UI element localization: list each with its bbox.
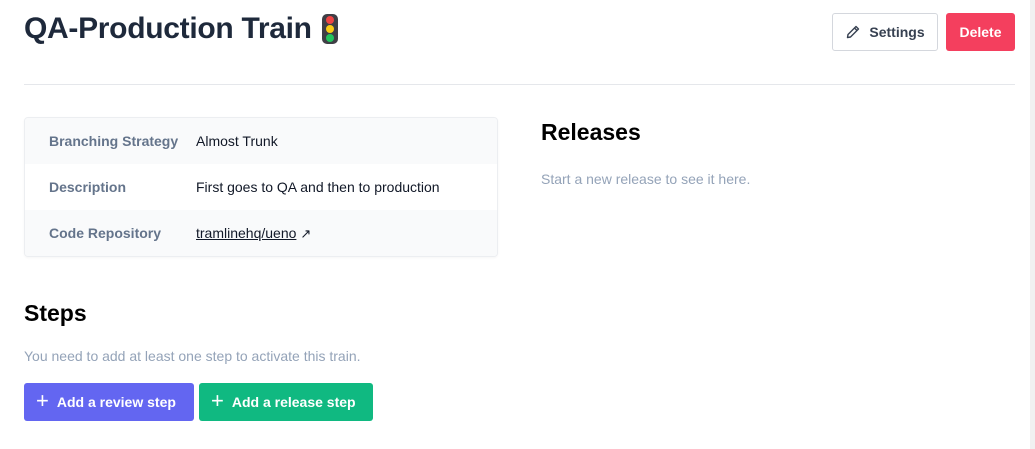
repository-name: tramlinehq/ueno: [196, 224, 297, 241]
detail-value: First goes to QA and then to production: [196, 179, 440, 195]
detail-row-description: Description First goes to QA and then to…: [25, 164, 497, 210]
external-link-icon: ↗: [300, 225, 312, 241]
detail-label: Description: [49, 179, 127, 195]
detail-label: Code Repository: [49, 225, 162, 241]
detail-value: Almost Trunk: [196, 133, 278, 149]
add-release-step-label: Add a release step: [231, 394, 356, 410]
scrollbar-track[interactable]: [1030, 0, 1035, 449]
plus-icon: +: [211, 388, 224, 413]
delete-button[interactable]: Delete: [946, 13, 1015, 51]
releases-heading: Releases: [541, 119, 641, 145]
page-title: QA-Production Train: [24, 12, 338, 46]
train-title: QA-Production Train: [24, 12, 312, 45]
steps-heading: Steps: [24, 300, 87, 326]
traffic-light-red: [325, 16, 334, 25]
delete-label: Delete: [959, 24, 1002, 40]
detail-label: Branching Strategy: [49, 133, 179, 149]
detail-row-branching-strategy: Branching Strategy Almost Trunk: [25, 118, 497, 164]
settings-label: Settings: [869, 24, 925, 40]
traffic-light-green: [325, 33, 334, 42]
settings-button[interactable]: Settings: [832, 13, 938, 51]
pencil-icon: [847, 25, 860, 39]
traffic-light-icon: [321, 14, 338, 44]
train-page: QA-Production Train Settings Delete Bran…: [0, 0, 1035, 449]
header-divider: [24, 84, 1015, 85]
train-details-card: Branching Strategy Almost Trunk Descript…: [24, 117, 498, 257]
add-review-step-label: Add a review step: [56, 394, 176, 410]
code-repository-link[interactable]: tramlinehq/ueno ↗: [196, 225, 311, 242]
add-release-step-button[interactable]: + Add a release step: [199, 383, 373, 421]
steps-empty-state: You need to add at least one step to act…: [24, 348, 361, 364]
traffic-light-yellow: [325, 24, 334, 33]
detail-row-code-repository: Code Repository tramlinehq/ueno ↗: [25, 210, 497, 256]
plus-icon: +: [36, 388, 49, 413]
add-review-step-button[interactable]: + Add a review step: [24, 383, 194, 421]
releases-empty-state: Start a new release to see it here.: [541, 171, 751, 187]
